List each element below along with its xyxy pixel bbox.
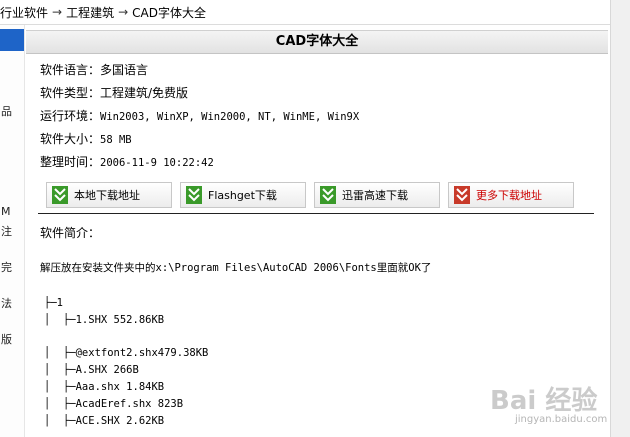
tree-line: ├─1 — [44, 297, 63, 309]
download-arrow-icon — [320, 186, 336, 204]
page-title: CAD字体大全 — [26, 30, 608, 54]
info-value: Win2003, WinXP, Win2000, NT, WinME, Win9… — [100, 111, 360, 123]
more-download-button[interactable]: 更多下载地址 — [448, 182, 574, 208]
sidebar-item-fragment[interactable]: 完 — [1, 259, 12, 275]
button-label: 更多下载地址 — [476, 189, 542, 202]
info-label: 软件类型： — [40, 86, 101, 100]
xunlei-download-button[interactable]: 迅雷高速下载 — [314, 182, 440, 208]
sidebar-item-fragment[interactable]: 注 — [1, 223, 12, 239]
info-type: 软件类型：工程建筑/免费版 — [40, 84, 188, 101]
info-value: 58 MB — [100, 134, 132, 146]
info-label: 整理时间： — [40, 155, 101, 169]
info-label: 软件语言： — [40, 63, 101, 77]
button-label: 本地下载地址 — [74, 189, 140, 202]
info-value: 工程建筑/免费版 — [100, 86, 189, 100]
sidebar-item-fragment[interactable]: M — [1, 205, 11, 218]
sidebar-active-item[interactable] — [0, 29, 24, 51]
info-language: 软件语言：多国语言 — [40, 61, 148, 78]
breadcrumb-item-current: CAD字体大全 — [132, 5, 206, 20]
breadcrumb-item-subcategory[interactable]: 工程建筑 — [66, 4, 114, 21]
info-environment: 运行环境：Win2003, WinXP, Win2000, NT, WinME,… — [40, 107, 359, 124]
tree-line: │ ├─1.SHX 552.86KB — [44, 314, 165, 326]
tree-line: │ ├─@extfont2.shx479.38KB — [44, 347, 209, 359]
description-text: 解压放在安装文件夹中的x:\Program Files\AutoCAD 2006… — [40, 260, 431, 275]
tree-line: │ ├─Aaa.shx 1.84KB — [44, 381, 165, 393]
sidebar-item-fragment[interactable]: 法 — [1, 295, 12, 311]
vertical-scrollbar[interactable] — [610, 0, 630, 437]
tree-line: │ ├─A.SHX 266B — [44, 364, 139, 376]
description-content: 解压放在安装文件夹中的x:\Program Files\AutoCAD 2006… — [40, 262, 432, 274]
breadcrumb-separator: → — [52, 5, 63, 19]
tree-line: │ ├─AcadEref.shx 823B — [44, 398, 184, 410]
info-value: 多国语言 — [100, 63, 149, 77]
tree-line: │ ├─ACE.SHX 2.62KB — [44, 415, 165, 427]
flashget-download-button[interactable]: Flashget下载 — [180, 182, 306, 208]
info-date: 整理时间：2006-11-9 10:22:42 — [40, 153, 214, 170]
watermark-logo: Bai 经验 — [490, 386, 598, 416]
info-size: 软件大小：58 MB — [40, 130, 132, 147]
breadcrumb-item-category[interactable]: 行业软件 — [0, 4, 48, 21]
info-label: 运行环境： — [40, 109, 101, 123]
info-value: 2006-11-9 10:22:42 — [100, 157, 214, 169]
left-sidebar: 品 M 注 完 法 版 — [0, 25, 25, 437]
breadcrumb: 行业软件 → 工程建筑 → CAD字体大全 — [0, 0, 610, 25]
breadcrumb-separator: → — [118, 5, 129, 19]
local-download-button[interactable]: 本地下载地址 — [46, 182, 172, 208]
info-label: 软件大小： — [40, 132, 101, 146]
download-arrow-icon — [52, 186, 68, 204]
download-arrow-icon — [186, 186, 202, 204]
intro-label: 软件简介： — [40, 226, 101, 240]
divider — [38, 213, 594, 214]
watermark-url: jingyan.baidu.com — [515, 414, 608, 425]
sidebar-item-fragment[interactable]: 品 — [1, 103, 12, 119]
download-arrow-icon — [454, 186, 470, 204]
button-label: 迅雷高速下载 — [342, 189, 408, 202]
button-label: Flashget下载 — [208, 189, 277, 202]
download-buttons: 本地下载地址 Flashget下载 迅雷高速下载 更多下载地址 — [46, 182, 574, 208]
sidebar-item-fragment[interactable]: 版 — [1, 331, 12, 347]
